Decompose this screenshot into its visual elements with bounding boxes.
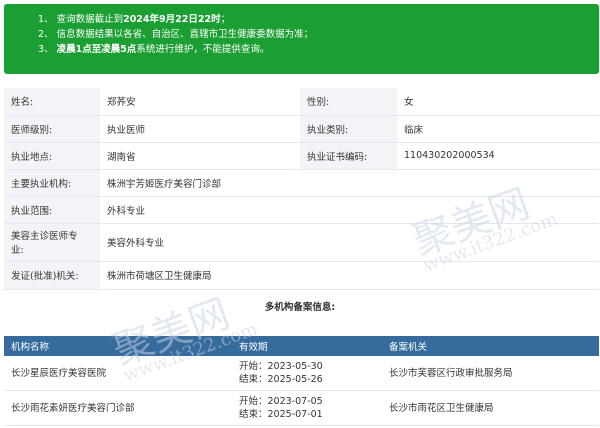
doctor-info-table: 姓名: 郑荞安 性别: 女 医师级别: 执业医师 执业类别: 临床 执业地点: … (4, 88, 599, 290)
org-name-cell: 长沙星辰医疗美容医院 (4, 356, 232, 391)
location-value: 湖南省 (100, 142, 300, 170)
table-row: 长沙星辰医疗美容医院 开始：2023-05-30 结束：2025-05-26 长沙… (4, 356, 599, 391)
beauty-value: 美容外科专业 (100, 223, 599, 262)
org-value: 株洲宇芳姬医疗美容门诊部 (100, 169, 599, 197)
multi-org-table: 机构名称 有效期 备案机关 长沙星辰医疗美容医院 开始：2023-05-30 结束… (4, 336, 599, 426)
col-org-name: 机构名称 (4, 336, 232, 356)
cert-label: 执业证书编码: (300, 142, 397, 170)
level-label: 医师级别: (4, 115, 100, 143)
org-name-cell: 长沙雨花素妍医疗美容门诊部 (4, 390, 232, 426)
table-row: 长沙雨花素妍医疗美容门诊部 开始：2023-07-05 结束：2025-07-01… (4, 390, 599, 426)
org-label: 主要执业机构: (4, 169, 100, 197)
info-row-scope: 执业范围: 外科专业 (4, 196, 599, 224)
validity-cell: 开始：2023-07-05 结束：2025-07-01 (232, 390, 382, 426)
name-value: 郑荞安 (100, 88, 300, 116)
gender-value: 女 (397, 88, 599, 116)
gender-label: 性别: (300, 88, 397, 116)
multi-org-header: 机构名称 有效期 备案机关 (4, 336, 599, 356)
beauty-label: 美容主诊医师专 业: (4, 223, 100, 262)
notice-line-1: 1、 查询数据截止到2024年9月22日22时； (38, 14, 231, 25)
issuer-value: 株洲市荷塘区卫生健康局 (100, 261, 599, 290)
agency-cell: 长沙市雨花区卫生健康局 (382, 390, 599, 426)
notice-line-2: 2、 信息数据结果以各省、自治区、直辖市卫生健康委数据为准； (38, 29, 314, 40)
issuer-label: 发证(批准)机关: (4, 261, 100, 290)
category-value: 临床 (397, 115, 599, 143)
notice-line-3: 3、 凌晨1点至凌晨5点系统进行维护，不能提供查询。 (38, 44, 270, 55)
agency-cell: 长沙市芙蓉区行政审批服务局 (382, 356, 599, 391)
info-row-issuer: 发证(批准)机关: 株洲市荷塘区卫生健康局 (4, 261, 599, 290)
col-agency: 备案机关 (382, 336, 599, 356)
level-value: 执业医师 (100, 115, 300, 143)
info-row-org: 主要执业机构: 株洲宇芳姬医疗美容门诊部 (4, 169, 599, 197)
scope-label: 执业范围: (4, 196, 100, 224)
notice-banner: 1、 查询数据截止到2024年9月22日22时； 2、 信息数据结果以各省、自治… (4, 4, 599, 74)
cert-value: 110430202000534 (397, 142, 599, 170)
name-label: 姓名: (4, 88, 100, 116)
category-label: 执业类别: (300, 115, 397, 143)
validity-cell: 开始：2023-05-30 结束：2025-05-26 (232, 356, 382, 391)
col-validity: 有效期 (232, 336, 382, 356)
multi-org-title: 多机构备案信息: (264, 302, 336, 313)
scope-value: 外科专业 (100, 196, 599, 224)
info-row-level: 医师级别: 执业医师 执业类别: 临床 (4, 115, 599, 143)
info-row-beauty: 美容主诊医师专 业: 美容外科专业 (4, 223, 599, 262)
info-row-name: 姓名: 郑荞安 性别: 女 (4, 88, 599, 116)
info-row-location: 执业地点: 湖南省 执业证书编码: 110430202000534 (4, 142, 599, 170)
location-label: 执业地点: (4, 142, 100, 170)
